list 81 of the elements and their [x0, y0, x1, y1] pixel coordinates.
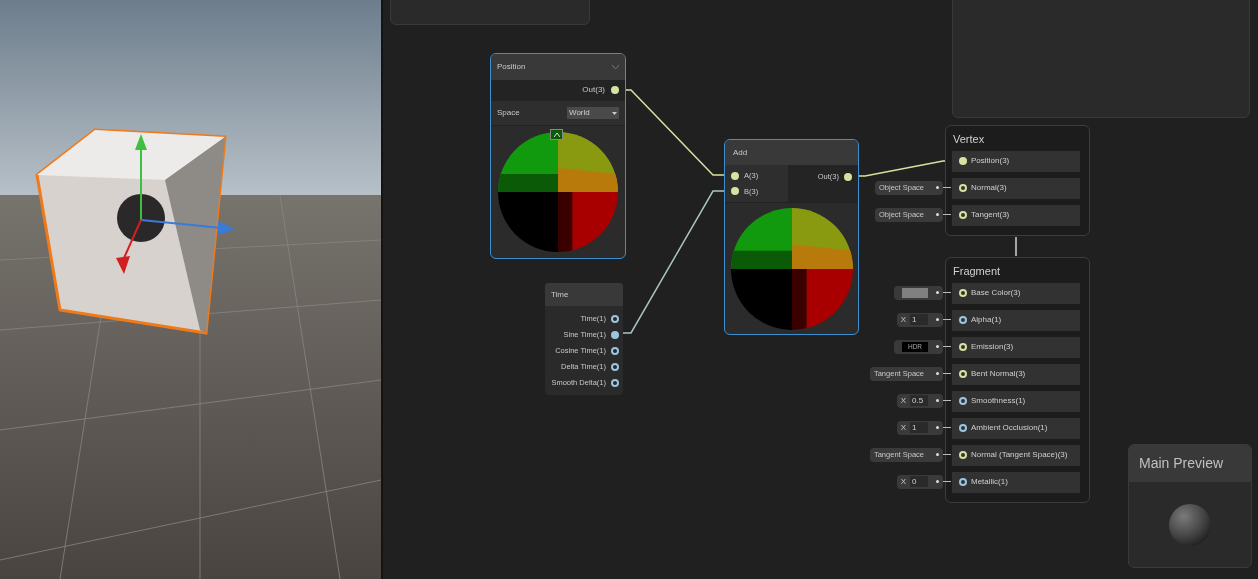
port-label: Alpha(1) — [971, 314, 1002, 326]
inline-control[interactable] — [894, 285, 943, 300]
port-icon[interactable] — [959, 289, 967, 297]
field-label: Space — [497, 107, 520, 119]
port-label: Position(3) — [971, 155, 1010, 167]
number-field[interactable]: 1 — [910, 422, 928, 433]
slot-icon — [936, 213, 939, 216]
port-label: Base Color(3) — [971, 287, 1021, 299]
port-icon[interactable] — [959, 451, 967, 459]
port-row[interactable]: Normal(3) — [952, 177, 1080, 199]
space-dropdown[interactable]: World — [567, 107, 619, 119]
collapse-preview-button[interactable] — [550, 129, 563, 140]
port-label: Normal (Tangent Space)(3) — [971, 449, 1068, 461]
port-icon[interactable] — [611, 346, 619, 355]
port-row[interactable]: Position(3) — [952, 150, 1080, 172]
port-row[interactable]: Emission(3) — [952, 336, 1080, 358]
port-icon[interactable] — [959, 424, 967, 432]
chevron-icon[interactable] — [612, 65, 619, 69]
slot-icon — [936, 345, 939, 348]
port-row[interactable]: Base Color(3) — [952, 282, 1080, 304]
port-icon[interactable] — [611, 378, 619, 387]
port-row[interactable]: Tangent(3) — [952, 204, 1080, 226]
port-row[interactable]: Bent Normal(3) — [952, 363, 1080, 385]
axis-label: X — [899, 394, 907, 407]
number-field[interactable]: 0 — [910, 476, 928, 487]
port-icon[interactable] — [959, 157, 967, 165]
port-label: Ambient Occlusion(1) — [971, 422, 1048, 434]
port-label: Out(3) — [582, 84, 605, 96]
block-title: Fragment — [952, 264, 1002, 279]
axis-label: X — [899, 475, 907, 488]
port-label: Emission(3) — [971, 341, 1014, 353]
port-label: Bent Normal(3) — [971, 368, 1026, 380]
axis-label: X — [899, 421, 907, 434]
slot-icon — [936, 480, 939, 483]
port-icon[interactable] — [959, 211, 967, 219]
number-field[interactable]: 0.5 — [910, 395, 928, 406]
inline-control[interactable]: X 1 — [896, 312, 943, 327]
port-icon[interactable] — [611, 330, 619, 339]
port-icon[interactable] — [731, 187, 739, 196]
slot-icon — [936, 453, 939, 456]
port-row[interactable]: Ambient Occlusion(1) — [952, 417, 1080, 439]
port-icon[interactable] — [611, 86, 619, 94]
slot-icon — [936, 318, 939, 321]
port-icon[interactable] — [611, 362, 619, 371]
inline-control[interactable]: X 0.5 — [896, 393, 943, 408]
slot-icon — [936, 426, 939, 429]
inline-control[interactable]: X 0 — [896, 474, 943, 489]
number-field[interactable]: 1 — [910, 314, 928, 325]
port-icon[interactable] — [959, 478, 967, 486]
panel-title: Main Preview — [1139, 454, 1224, 473]
port-label: Normal(3) — [971, 182, 1007, 194]
port-label: Smoothness(1) — [971, 395, 1026, 407]
node-title: Position — [497, 61, 526, 73]
caret-icon — [612, 111, 617, 115]
port-icon[interactable] — [844, 172, 852, 181]
port-row[interactable]: Normal (Tangent Space)(3) — [952, 444, 1080, 466]
port-icon[interactable] — [959, 184, 967, 192]
port-row[interactable]: Metallic(1) — [952, 471, 1080, 493]
node-title: Time — [551, 288, 569, 301]
port-icon[interactable] — [731, 171, 739, 180]
slot-icon — [936, 291, 939, 294]
port-icon[interactable] — [611, 314, 619, 323]
connection-line — [1015, 236, 1017, 257]
color-swatch[interactable] — [902, 287, 928, 298]
inline-control[interactable]: X 1 — [896, 420, 943, 435]
port-icon[interactable] — [959, 343, 967, 351]
block-title: Vertex — [952, 132, 986, 147]
node-card[interactable]: Position Out(3) Space World — [490, 53, 626, 259]
port-icon[interactable] — [959, 397, 967, 405]
slot-icon — [936, 186, 939, 189]
port-icon[interactable] — [959, 370, 967, 378]
port-icon[interactable] — [959, 316, 967, 324]
chevron-up-icon — [553, 132, 560, 137]
port-row[interactable]: Smoothness(1) — [952, 390, 1080, 412]
port-row[interactable]: Alpha(1) — [952, 309, 1080, 331]
port-label: Tangent(3) — [971, 209, 1010, 221]
axis-label: X — [899, 313, 907, 326]
port-label: Metallic(1) — [971, 476, 1008, 488]
slot-icon — [936, 399, 939, 402]
slot-icon — [936, 372, 939, 375]
node-title: Add — [733, 146, 748, 159]
